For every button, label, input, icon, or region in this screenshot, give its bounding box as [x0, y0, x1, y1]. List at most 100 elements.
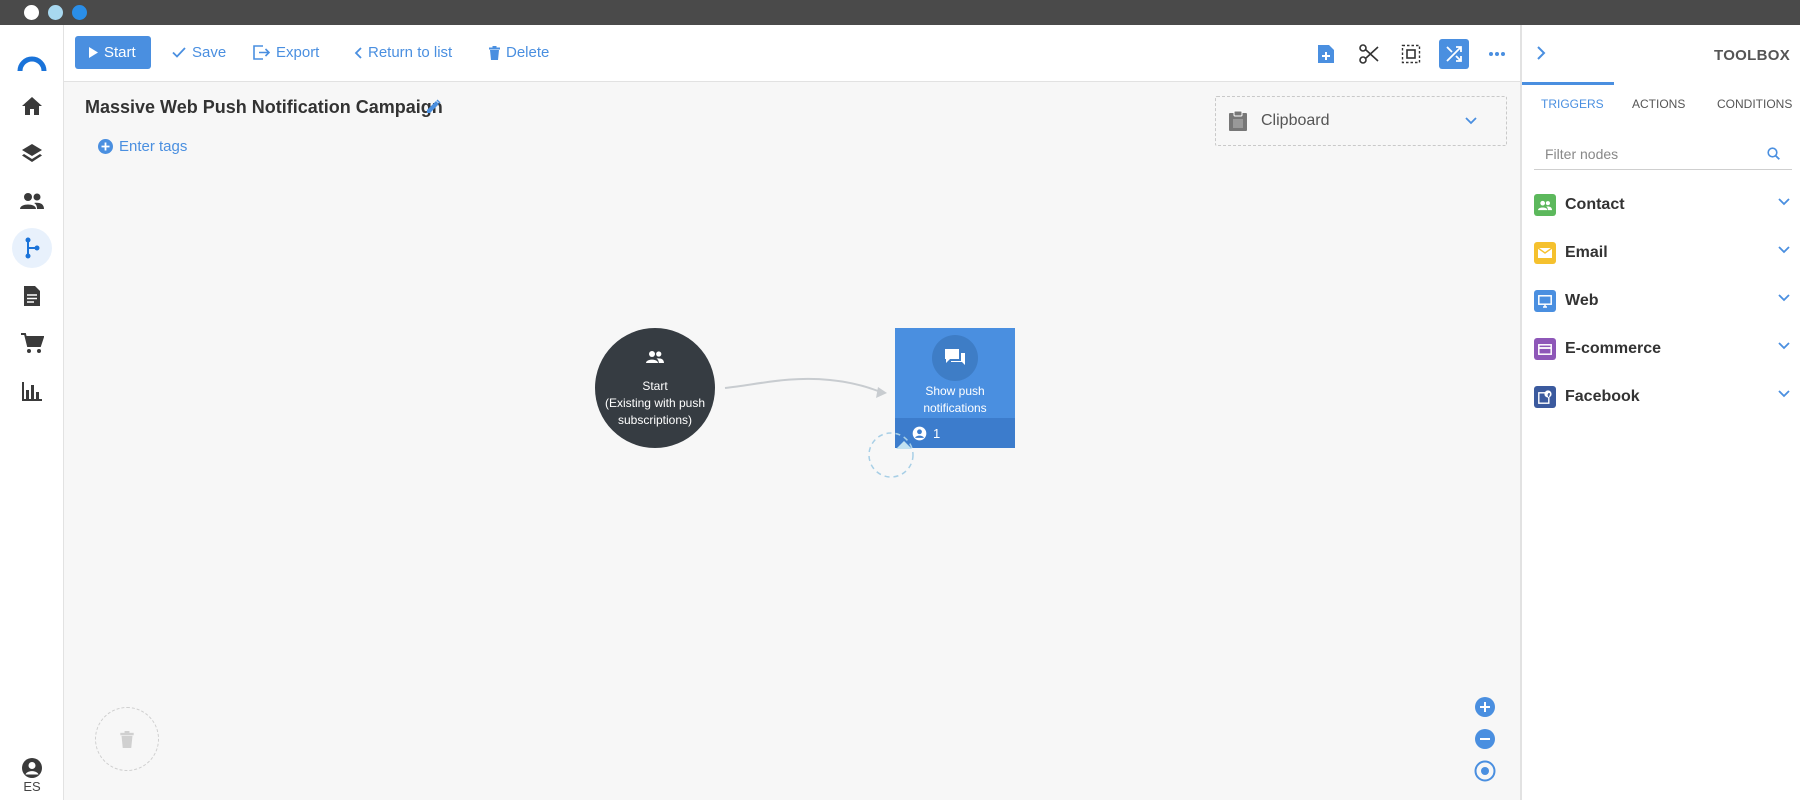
- category-email[interactable]: Email: [1534, 238, 1790, 268]
- nav-ecommerce[interactable]: [12, 323, 52, 363]
- start-button[interactable]: Start: [75, 36, 151, 69]
- delete-button[interactable]: Delete: [489, 36, 549, 69]
- zoom-out-button[interactable]: [1474, 728, 1496, 750]
- start-node-subtitle: (Existing with push subscriptions): [604, 396, 706, 427]
- contacts-icon: [20, 192, 44, 210]
- save-button[interactable]: Save: [172, 36, 226, 69]
- tab-triggers[interactable]: TRIGGERS: [1541, 97, 1604, 111]
- tab-actions[interactable]: ACTIONS: [1632, 97, 1685, 111]
- filter-nodes-field: [1534, 140, 1792, 170]
- category-facebook[interactable]: Facebook: [1534, 382, 1790, 412]
- nav-campaigns[interactable]: [12, 228, 52, 268]
- nav-reports[interactable]: [12, 371, 52, 411]
- category-contact[interactable]: Contact: [1534, 190, 1790, 220]
- category-label: Contact: [1565, 196, 1625, 213]
- tab-conditions[interactable]: CONDITIONS: [1717, 97, 1792, 111]
- toolbox-title: TOOLBOX: [1714, 47, 1790, 64]
- toolbar: Start Save Export Return to list Delete: [64, 25, 1520, 82]
- delete-button-label: Delete: [506, 44, 550, 61]
- save-button-label: Save: [192, 44, 227, 61]
- clipboard-label: Clipboard: [1261, 112, 1330, 129]
- window-titlebar: [0, 0, 1800, 25]
- chevron-down-icon: [1778, 390, 1790, 398]
- nav-contacts[interactable]: [12, 181, 52, 221]
- nav-profile[interactable]: [12, 756, 52, 780]
- toolbox-panel: TOOLBOX TRIGGERS ACTIONS CONDITIONS Cont…: [1520, 25, 1800, 800]
- recenter-icon: [1474, 760, 1496, 782]
- export-icon: [253, 45, 270, 60]
- scissors-icon: [1359, 44, 1379, 64]
- check-icon: [172, 47, 186, 58]
- window-minimize-button[interactable]: [48, 5, 63, 20]
- campaign-title: Massive Web Push Notification Campaign: [85, 97, 443, 117]
- clipboard-dropdown[interactable]: Clipboard: [1215, 96, 1507, 146]
- auto-arrange-button[interactable]: [1439, 39, 1469, 69]
- auto-arrange-icon: [1445, 45, 1463, 63]
- clipboard-icon: [1228, 110, 1248, 132]
- pages-icon: [23, 285, 41, 307]
- trash-drop-zone[interactable]: [95, 707, 159, 771]
- collapse-toolbox-icon[interactable]: [1536, 46, 1546, 60]
- trash-icon: [489, 45, 500, 60]
- category-label: E-commerce: [1565, 340, 1662, 357]
- enter-tags-button[interactable]: Enter tags: [98, 138, 187, 155]
- chat-bubbles-icon: [932, 335, 978, 381]
- category-label: Facebook: [1565, 388, 1640, 405]
- category-label: Web: [1565, 292, 1599, 309]
- start-button-label: Start: [104, 44, 136, 61]
- start-node[interactable]: Start (Existing with push subscriptions): [595, 328, 715, 448]
- add-circle-icon: [98, 139, 113, 154]
- recenter-button[interactable]: [1474, 760, 1496, 782]
- return-to-list-button[interactable]: Return to list: [354, 36, 452, 69]
- edit-title-icon[interactable]: [426, 99, 441, 114]
- layers-icon: [21, 142, 43, 164]
- active-tab-indicator: [1522, 82, 1614, 85]
- left-nav: ES: [0, 25, 64, 800]
- zoom-out-icon: [1474, 728, 1496, 750]
- play-icon: [89, 47, 98, 58]
- facebook-icon: [1534, 386, 1556, 408]
- node-connector: [724, 377, 887, 398]
- select-area-button[interactable]: [1396, 39, 1426, 69]
- chevron-down-icon: [1778, 342, 1790, 350]
- return-button-label: Return to list: [368, 44, 453, 61]
- user-avatar-icon: [21, 757, 43, 779]
- filter-nodes-input[interactable]: [1545, 146, 1760, 162]
- nav-layers[interactable]: [12, 133, 52, 173]
- app-logo[interactable]: [12, 43, 52, 83]
- cut-button[interactable]: [1354, 39, 1384, 69]
- nav-home[interactable]: [12, 86, 52, 126]
- more-options-button[interactable]: [1482, 39, 1512, 69]
- contact-icon: [1534, 194, 1556, 216]
- chevron-down-icon: [1778, 246, 1790, 254]
- nav-pages[interactable]: [12, 276, 52, 316]
- cart-icon: [20, 332, 44, 354]
- language-label[interactable]: ES: [0, 779, 64, 794]
- campaigns-icon: [24, 237, 40, 259]
- zoom-in-icon: [1474, 696, 1496, 718]
- reports-icon: [21, 381, 43, 401]
- enter-tags-label: Enter tags: [119, 138, 188, 155]
- contacts-icon: [646, 350, 664, 364]
- search-icon[interactable]: [1767, 147, 1780, 160]
- window-close-button[interactable]: [24, 5, 39, 20]
- category-ecommerce[interactable]: E-commerce: [1534, 334, 1790, 364]
- export-button-label: Export: [276, 44, 320, 61]
- ecommerce-icon: [1534, 338, 1556, 360]
- chevron-down-icon: [1778, 294, 1790, 302]
- category-label: Email: [1565, 244, 1608, 261]
- home-icon: [21, 96, 43, 116]
- push-node-label: Show push notifications: [923, 384, 987, 415]
- zoom-in-button[interactable]: [1474, 696, 1496, 718]
- loop-connector-handle[interactable]: [867, 430, 917, 480]
- category-web[interactable]: Web: [1534, 286, 1790, 316]
- chevron-down-icon: [1778, 198, 1790, 206]
- export-button[interactable]: Export: [253, 36, 319, 69]
- web-icon: [1534, 290, 1556, 312]
- more-icon: [1489, 52, 1505, 56]
- window-maximize-button[interactable]: [72, 5, 87, 20]
- select-area-icon: [1401, 44, 1421, 64]
- add-page-button[interactable]: [1311, 39, 1341, 69]
- start-node-title: Start: [642, 379, 668, 393]
- add-page-icon: [1317, 44, 1335, 64]
